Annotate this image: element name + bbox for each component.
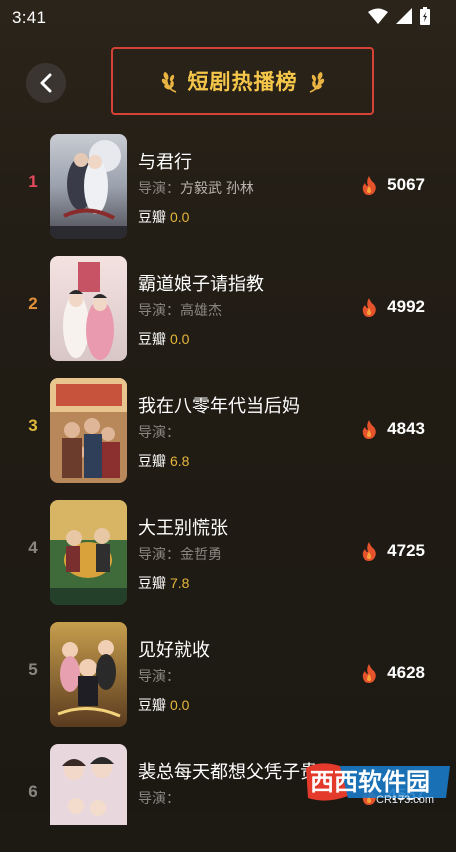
director-label: 导演：: [138, 302, 180, 318]
douban-line: 豆瓣 0.0: [138, 207, 189, 227]
director-name: 方毅武 孙林: [180, 180, 254, 196]
heat-value: 4628: [387, 663, 425, 682]
douban-score: 0.0: [170, 331, 190, 347]
director-label: 导演：: [138, 668, 180, 684]
ranking-row[interactable]: 3 我在八零年代当后妈 导演： 豆瓣 6.8 4843: [0, 364, 456, 486]
director-line: 导演：: [138, 422, 180, 442]
wifi-icon: [368, 8, 388, 24]
rank-number: 4: [28, 538, 38, 557]
flame-icon: [362, 419, 376, 439]
ranking-row[interactable]: 1 与君行 导演：方毅武 孙林 豆瓣 0.0 5067: [0, 120, 456, 242]
heat-indicator: 4992: [361, 297, 425, 317]
director-line: 导演：金哲勇: [138, 544, 222, 564]
douban-label: 豆瓣: [138, 697, 166, 713]
drama-poster[interactable]: [50, 622, 127, 727]
header: 短剧热播榜: [0, 44, 456, 120]
heat-indicator: 5067: [361, 175, 425, 195]
watermark-logo: 西西软件园 CR173.com: [306, 763, 450, 806]
douban-line: 豆瓣 0.0: [138, 695, 189, 715]
drama-title[interactable]: 裴总每天都想父凭子贵: [138, 758, 318, 784]
director-name: 金哲勇: [180, 546, 222, 562]
title-highlight-box: 短剧热播榜: [111, 47, 374, 115]
douban-label: 豆瓣: [138, 331, 166, 347]
heat-indicator: 4725: [361, 541, 425, 561]
status-bar: 3:41: [0, 0, 456, 32]
watermark-brand: 西西软件园: [310, 768, 430, 796]
douban-score: 0.0: [170, 697, 190, 713]
rank-number: 1: [28, 172, 38, 191]
ranking-row[interactable]: 2 霸道娘子请指教 导演：高雄杰 豆瓣 0.0 4992: [0, 242, 456, 364]
douban-label: 豆瓣: [138, 453, 166, 469]
drama-title[interactable]: 大王别慌张: [138, 514, 228, 540]
heat-value: 4725: [387, 541, 425, 560]
drama-poster[interactable]: [50, 134, 127, 239]
rank-number: 3: [28, 416, 38, 435]
drama-title[interactable]: 霸道娘子请指教: [138, 270, 264, 296]
director-line: 导演：方毅武 孙林: [138, 178, 254, 198]
rank-number: 5: [28, 660, 38, 679]
heat-value: 4843: [387, 419, 425, 438]
back-arrow-icon: [40, 73, 52, 93]
douban-score: 6.8: [170, 453, 190, 469]
director-line: 导演：高雄杰: [138, 300, 222, 320]
rank-number: 2: [28, 294, 38, 313]
douban-label: 豆瓣: [138, 575, 166, 591]
ranking-row[interactable]: 5 见好就收 导演： 豆瓣 0.0 4628: [0, 608, 456, 730]
drama-poster[interactable]: [50, 744, 127, 825]
flame-icon: [362, 175, 376, 195]
douban-label: 豆瓣: [138, 209, 166, 225]
drama-title[interactable]: 见好就收: [138, 636, 210, 662]
director-label: 导演：: [138, 180, 180, 196]
signal-icon: [396, 8, 412, 24]
flame-icon: [362, 541, 376, 561]
drama-poster[interactable]: [50, 256, 127, 361]
heat-value: 5067: [387, 175, 425, 194]
flame-icon: [362, 663, 376, 683]
heat-indicator: 4628: [361, 663, 425, 683]
director-label: 导演：: [138, 424, 180, 440]
laurel-right-icon: [309, 72, 324, 93]
laurel-left-icon: [161, 72, 176, 93]
back-button[interactable]: [26, 63, 66, 103]
battery-icon: [420, 7, 430, 25]
director-line: 导演：: [138, 666, 180, 686]
flame-icon: [362, 297, 376, 317]
douban-score: 7.8: [170, 575, 190, 591]
page-title: 短剧热播榜: [187, 71, 298, 94]
douban-line: 豆瓣 7.8: [138, 573, 189, 593]
douban-line: 豆瓣 0.0: [138, 329, 189, 349]
douban-score: 0.0: [170, 209, 190, 225]
status-time: 3:41: [12, 8, 47, 27]
director-label: 导演：: [138, 790, 180, 806]
ranking-row[interactable]: 4 大王别慌张 导演：金哲勇 豆瓣 7.8 4725: [0, 486, 456, 608]
drama-poster[interactable]: [50, 500, 127, 605]
douban-line: 豆瓣 6.8: [138, 451, 189, 471]
heat-indicator: 4843: [361, 419, 425, 439]
director-label: 导演：: [138, 546, 180, 562]
director-line: 导演：: [138, 788, 180, 808]
watermark-domain: CR173.com: [376, 794, 434, 806]
drama-title[interactable]: 我在八零年代当后妈: [138, 392, 300, 418]
drama-title[interactable]: 与君行: [138, 148, 192, 174]
director-name: 高雄杰: [180, 302, 222, 318]
rank-number: 6: [28, 782, 38, 801]
status-icons: [368, 7, 430, 25]
drama-poster[interactable]: [50, 378, 127, 483]
heat-value: 4992: [387, 297, 425, 316]
